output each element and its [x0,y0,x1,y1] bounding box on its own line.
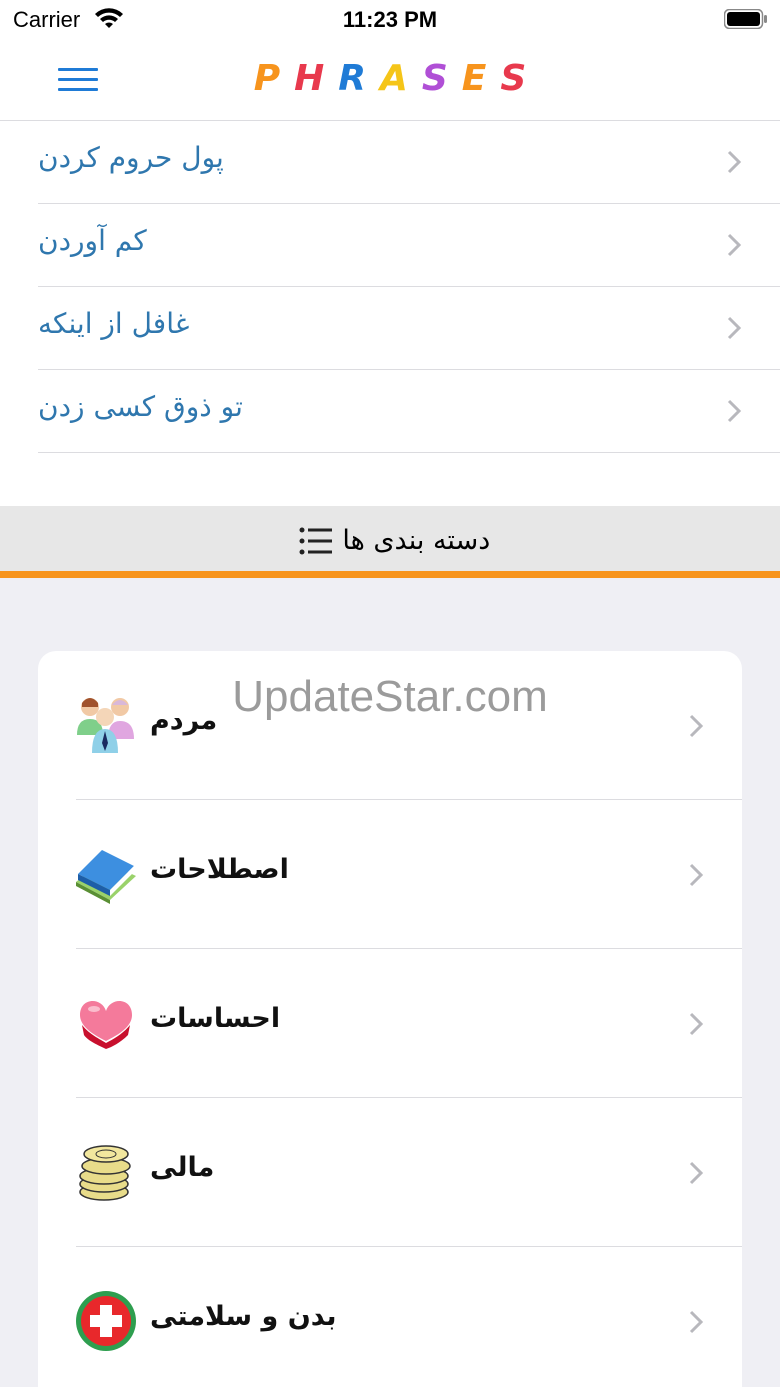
category-label: بدن و سلامتی [150,1301,337,1332]
phrase-label: غافل از اینکه [38,307,190,340]
phrase-item[interactable]: پول حروم کردن [38,121,780,204]
nav-bar: PHRASES [0,40,780,121]
app-title-letter: E [461,58,501,99]
category-item-health[interactable]: بدن و سلامتی [38,1247,742,1387]
app-title-letter: P [253,58,295,99]
chevron-right-icon [727,233,742,257]
status-bar: Carrier 11:23 PM [0,0,780,40]
list-icon [299,527,332,554]
category-item-people[interactable]: مردم [38,651,742,800]
heart-box-icon [80,1000,132,1049]
category-item-feelings[interactable]: احساسات [38,949,742,1098]
chevron-right-icon [727,399,742,423]
app-title-letter: S [500,58,541,99]
people-icon [77,698,134,753]
app-title-letter: H [294,58,339,99]
chevron-right-icon [727,316,742,340]
chevron-right-icon [689,1161,704,1185]
clock: 11:23 PM [342,7,438,32]
category-label: مالی [150,1152,215,1183]
category-item-finance[interactable]: مالی [38,1098,742,1247]
phrase-item[interactable]: غافل از اینکه [38,287,780,370]
app-title: PHRASES [0,58,780,99]
phrase-item[interactable]: تو ذوق کسی زدن [38,370,780,453]
category-label: اصطلاحات [150,854,289,885]
chevron-right-icon [689,1310,704,1334]
phrase-item[interactable]: کم آوردن [38,204,780,287]
chevron-right-icon [689,863,704,887]
categories-section-header: دسته بندی ها [0,506,780,578]
coins-icon [79,1145,131,1201]
app-title-letter: A [379,58,422,99]
phrase-label: تو ذوق کسی زدن [38,390,243,423]
app-title-letter: R [338,58,380,99]
chevron-right-icon [727,150,742,174]
health-cross-icon [76,1291,136,1351]
battery-icon [724,9,767,29]
category-label: مردم [150,705,218,736]
chevron-right-icon [689,714,704,738]
phrase-list: پول حروم کردن کم آوردن غافل از اینکه تو … [0,121,780,506]
category-item-idioms[interactable]: اصطلاحات [38,800,742,949]
phrase-label: کم آوردن [38,224,147,257]
phrase-label: پول حروم کردن [38,141,224,174]
categories-card: مردم اصطلاحات احساسات مالی بدن و سلامتی [38,651,742,1387]
category-label: احساسات [150,1003,281,1034]
chevron-right-icon [689,1012,704,1036]
app-title-letter: S [421,58,462,99]
books-icon [76,850,136,904]
section-title: دسته بندی ها [342,525,491,556]
